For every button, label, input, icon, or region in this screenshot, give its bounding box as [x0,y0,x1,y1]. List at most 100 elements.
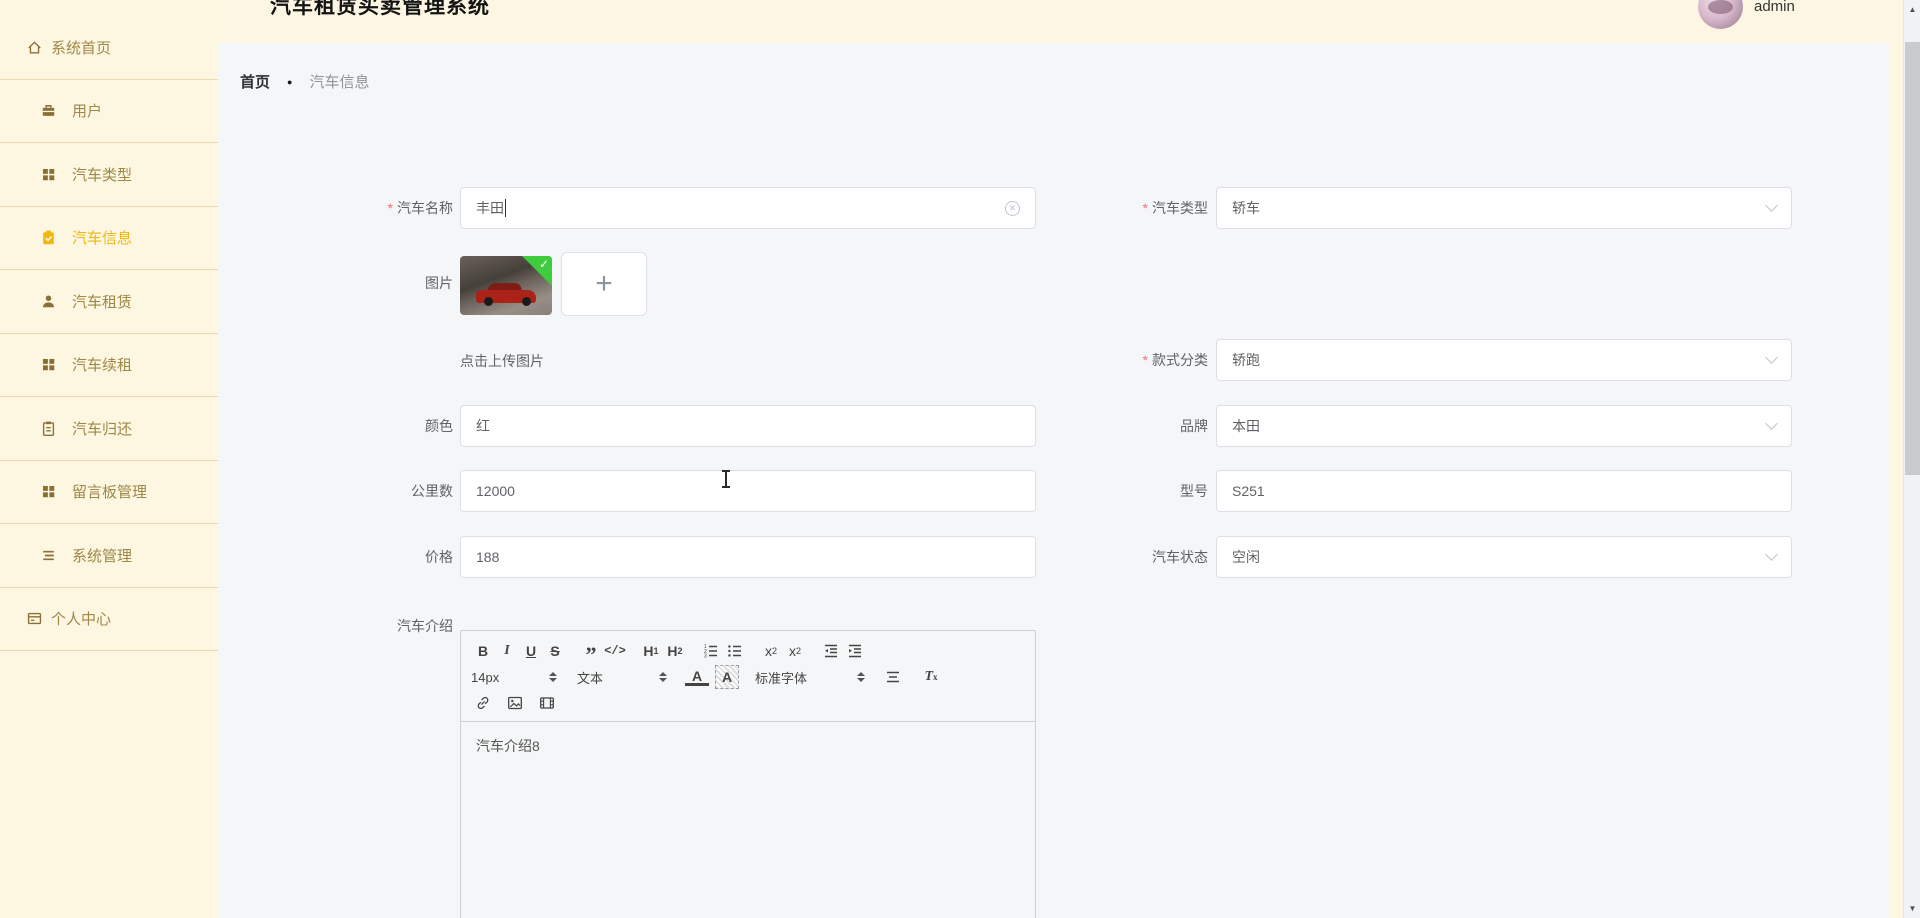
code-block-button[interactable]: </> [603,639,627,663]
subscript-button[interactable]: x2 [759,639,783,663]
color-label: 颜色 [425,418,453,434]
strikethrough-button[interactable]: S [543,639,567,663]
scrollbar-up-button[interactable]: ▲ [1904,0,1920,19]
upload-hint: 点击上传图片 [460,353,544,369]
sidebar-item-label: 留言板管理 [72,484,148,502]
mileage-value: 12000 [476,483,515,499]
color-input[interactable]: 红 [460,405,1036,447]
sidebar-item-users[interactable]: 用户 [0,80,218,143]
style-category-value: 轿跑 [1232,352,1260,368]
page-title: 汽车租赁买卖管理系统 [270,0,490,18]
header2-button[interactable]: H2 [663,639,687,663]
align-icon[interactable] [881,665,905,689]
sidebar-item-label: 用户 [72,103,103,121]
spinner-icon [549,672,557,682]
sidebar-item-label: 汽车租赁 [72,293,133,311]
font-size-picker[interactable]: 14px [471,665,557,689]
svg-text:3: 3 [704,653,707,659]
car-type-select[interactable]: 轿车 [1216,187,1792,229]
menu-lines-icon [40,547,57,564]
video-icon[interactable] [535,691,559,715]
page-scrollbar[interactable]: ▲ ▼ [1903,0,1920,918]
sidebar-item-car-renewal[interactable]: 汽车续租 [0,334,218,397]
editor-content[interactable]: 汽车介绍8 [461,722,1035,770]
sidebar-item-label: 个人中心 [51,611,112,629]
top-header: 汽车租赁买卖管理系统 admin [218,0,1903,43]
background-color-button[interactable]: A [715,665,739,689]
username-label[interactable]: admin [1754,0,1795,15]
breadcrumb-current: 汽车信息 [309,74,370,91]
sidebar-item-label: 汽车归还 [72,420,133,438]
font-family-picker[interactable]: 标准字体 [755,665,865,689]
italic-button[interactable]: I [495,639,519,663]
style-category-label: * 款式分类 [1142,352,1208,368]
scrollbar-down-button[interactable]: ▼ [1904,899,1920,918]
sidebar-item-personal-center[interactable]: 个人中心 [0,588,218,651]
sidebar-item-car-info[interactable]: 汽车信息 [0,207,218,270]
bold-button[interactable]: B [471,639,495,663]
avatar[interactable] [1698,0,1743,29]
text-style-picker[interactable]: 文本 [577,665,667,689]
clipboard-check-icon [40,229,57,246]
status-select[interactable]: 空闲 [1216,536,1792,578]
breadcrumb-home[interactable]: 首页 [240,71,270,92]
header1-button[interactable]: H1 [639,639,663,663]
bullet-list-icon[interactable] [723,639,747,663]
car-name-value: 丰田 [476,200,504,216]
sidebar-item-label: 汽车信息 [72,230,133,248]
scrollbar-thumb[interactable] [1905,42,1920,475]
blockquote-button[interactable]: ” [579,639,603,666]
sidebar-item-message-board[interactable]: 留言板管理 [0,461,218,524]
car-name-input[interactable]: 丰田 ✕ [460,187,1036,229]
image-icon[interactable] [503,691,527,715]
briefcase-icon [40,102,57,119]
intro-label: 汽车介绍 [397,618,453,634]
grid-icon [40,483,57,500]
price-label: 价格 [425,549,453,565]
link-icon[interactable] [471,691,495,715]
superscript-button[interactable]: x2 [783,639,807,663]
car-name-label: * 汽车名称 [387,200,453,216]
sidebar-item-system-management[interactable]: 系统管理 [0,524,218,588]
car-type-label: * 汽车类型 [1142,200,1208,216]
mouse-text-cursor [722,470,730,488]
clear-format-button[interactable]: Tx [919,665,943,689]
uploaded-image-thumbnail[interactable]: ✓ [460,256,552,315]
rich-text-editor: B I U S ” </> H1 H2 123 x2 x2 14px 文本 A … [460,630,1036,918]
sidebar-item-system-home[interactable]: 系统首页 [0,16,218,80]
underline-button[interactable]: U [519,639,543,663]
chevron-down-icon [1765,199,1778,212]
grid-icon [40,166,57,183]
brand-label: 品牌 [1180,418,1208,434]
sidebar-item-label: 系统首页 [51,39,112,57]
spinner-icon [857,672,865,682]
user-icon [40,293,57,310]
car-rental-admin-page: 系统首页 用户 汽车类型 汽车信息 汽车租赁 汽车续租 汽车归还 留言板管理 系… [0,0,1920,918]
indent-icon[interactable] [843,639,867,663]
editor-toolbar: B I U S ” </> H1 H2 123 x2 x2 14px 文本 A … [461,631,1035,722]
outdent-icon[interactable] [819,639,843,663]
sidebar-item-car-rental[interactable]: 汽车租赁 [0,270,218,334]
sidebar-item-car-types[interactable]: 汽车类型 [0,143,218,207]
brand-select[interactable]: 本田 [1216,405,1792,447]
ordered-list-icon[interactable]: 123 [699,639,723,663]
text-color-button[interactable]: A [685,669,709,686]
spinner-icon [659,672,667,682]
text-caret [505,199,506,217]
mileage-input[interactable]: 12000 [460,470,1036,512]
model-input[interactable]: S251 [1216,470,1792,512]
sidebar-item-label: 系统管理 [72,547,133,565]
price-value: 188 [476,549,500,565]
brand-value: 本田 [1232,418,1260,434]
card-icon [26,610,43,627]
home-icon [26,39,43,56]
car-type-value: 轿车 [1232,200,1260,216]
clear-input-icon[interactable]: ✕ [1005,200,1020,216]
price-input[interactable]: 188 [460,536,1036,578]
style-category-select[interactable]: 轿跑 [1216,339,1792,381]
status-value: 空闲 [1232,549,1260,565]
add-image-button[interactable]: + [561,252,647,316]
chevron-down-icon [1765,351,1778,364]
sidebar-item-car-return[interactable]: 汽车归还 [0,397,218,461]
chevron-down-icon [1765,417,1778,430]
